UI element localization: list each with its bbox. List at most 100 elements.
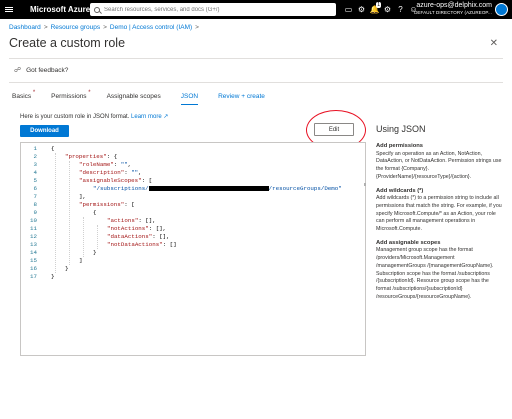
breadcrumb-resource-groups[interactable]: Resource groups [51,24,101,31]
line-number: 4 [33,169,37,176]
line-number: 1 [33,145,37,152]
download-button[interactable]: Download [20,125,69,137]
account-directory: DEFAULT DIRECTORY (AZUREOP... [414,10,492,15]
line-number: 8 [33,201,37,208]
help-icon[interactable]: ? [394,0,407,19]
code-text: ], [79,193,86,200]
indent-guide [97,225,98,249]
json-key: "assignableScopes" [79,177,142,184]
tab-label: JSON [180,93,199,100]
external-link-icon: ↗ [163,114,169,120]
tab-label: Review + create [218,93,265,100]
json-key: "properties" [65,153,107,160]
feedback-link[interactable]: ☍ Got feedback? [14,66,69,75]
code-text: : [], [152,233,170,240]
avatar[interactable] [495,3,508,16]
code-text: } [65,265,69,272]
tab-basics[interactable]: Basics * [12,90,35,105]
code-text: ] [79,257,83,264]
search-input[interactable] [104,6,324,13]
line-number: 12 [30,233,37,240]
tab-label: Permissions [51,93,87,100]
close-icon[interactable]: ✕ [490,38,498,49]
indent-guide [69,161,70,265]
line-number: 9 [33,209,37,216]
code-text: { [93,209,97,216]
code-text: : [], [148,225,167,232]
tab-review-create[interactable]: Review + create [218,93,265,105]
code-text: } [51,273,55,280]
tab-label: Basics [12,93,32,100]
feedback-label: Got feedback? [26,66,69,74]
code-text: { [51,145,55,152]
tab-permissions[interactable]: Permissions * [51,90,90,105]
json-key: "roleName" [79,161,114,168]
cloud-shell-icon[interactable]: ▭ [342,0,355,19]
divider [9,82,503,83]
json-value: "" [131,169,139,176]
line-number: 15 [30,257,37,264]
page-title: Create a custom role [9,36,126,50]
breadcrumb: Dashboard > Resource groups > Demo | Acc… [9,24,199,31]
notifications-icon[interactable]: 🔔 1 [368,0,381,19]
tab-label: Assignable scopes [106,93,161,100]
json-key: "notActions" [107,225,149,232]
intro-sentence: Here is your custom role in JSON format. [20,114,130,120]
json-key: "description" [79,169,125,176]
breadcrumb-demo-iam[interactable]: Demo | Access control (IAM) [110,24,192,31]
json-value: "/subscriptions/ [93,185,149,192]
help-heading: Add wildcards (*) [376,187,424,194]
code-text: : [ [141,177,153,184]
json-key: "permissions" [79,201,125,208]
indent-guide [55,153,56,273]
help-panel: Using JSON Add permissions Specify an op… [376,124,504,301]
tab-bar: Basics * Permissions * Assignable scopes J… [12,90,285,105]
help-heading: Add permissions [376,143,424,149]
code-text: : [] [162,241,177,248]
line-number: 13 [30,241,37,248]
line-number: 7 [33,193,37,200]
help-body: Add wildcards (*) to a permission string… [376,195,502,233]
search-icon [94,6,100,13]
redacted-subscription-id [148,185,269,191]
tab-assignable-scopes[interactable]: Assignable scopes [107,93,161,105]
intro-text: Here is your custom role in JSON format.… [20,113,168,120]
indent-guide [83,217,84,257]
line-number: 3 [33,161,37,168]
breadcrumb-separator: > [103,24,107,31]
account-info[interactable]: azure-ops@delphix.com DEFAULT DIRECTORY … [414,2,492,16]
feedback-icon: ☍ [14,67,22,74]
breadcrumb-separator: > [195,24,199,31]
edit-button[interactable]: Edit [314,123,354,136]
top-icons: ▭ ⚙ 🔔 1 ⚙ ? ☺ [342,0,420,19]
breadcrumb-dashboard[interactable]: Dashboard [9,24,41,31]
tab-json[interactable]: JSON [180,93,199,105]
help-title: Using JSON [376,124,426,134]
scrollbar-marker[interactable] [364,183,366,186]
help-body: Specify an operation as an Action, NotAc… [376,150,502,180]
help-heading: Add assignable scopes [376,239,441,246]
line-number: 10 [30,217,37,224]
required-marker: * [88,90,91,96]
line-number: 2 [33,153,37,160]
directory-filter-icon[interactable]: ⚙ [355,0,368,19]
json-value: "" [120,161,128,168]
account-email: azure-ops@delphix.com [416,2,492,9]
json-key: "dataActions" [107,233,153,240]
line-number: 16 [30,265,37,272]
help-body: Management group scope has the format /p… [376,247,494,300]
json-editor[interactable]: 1{ 2 "properties": { 3 "roleName": "", 4 "d… [20,142,366,356]
learn-more-link[interactable]: Learn more [131,114,162,120]
brand-label[interactable]: Microsoft Azure [30,5,90,14]
line-number: 5 [33,177,37,184]
settings-icon[interactable]: ⚙ [381,0,394,19]
required-marker: * [32,90,36,96]
line-number: 6 [33,185,37,192]
code-text: : { [106,153,118,160]
top-bar: Microsoft Azure ▭ ⚙ 🔔1 ⚙ ? ☺ azure-ops@d… [0,0,512,19]
line-number: 11 [30,225,37,232]
line-number: 17 [30,273,37,280]
menu-icon[interactable] [0,0,18,19]
search-box[interactable] [90,3,336,16]
code-text: : [], [138,217,156,224]
